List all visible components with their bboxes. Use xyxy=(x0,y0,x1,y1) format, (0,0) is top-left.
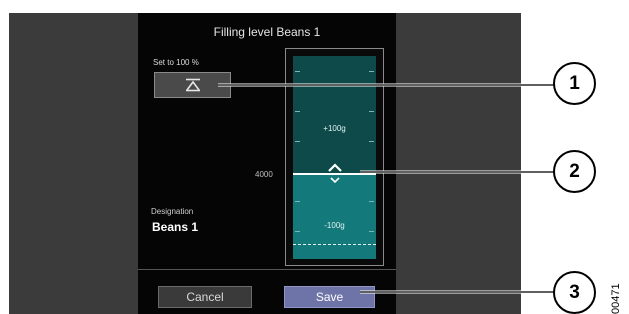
callout-leader-lines xyxy=(218,83,555,294)
callout-1: 1 xyxy=(553,62,596,105)
figure-id: 00471 xyxy=(610,283,622,314)
callout-3: 3 xyxy=(553,271,596,314)
callout-2: 2 xyxy=(553,150,596,193)
